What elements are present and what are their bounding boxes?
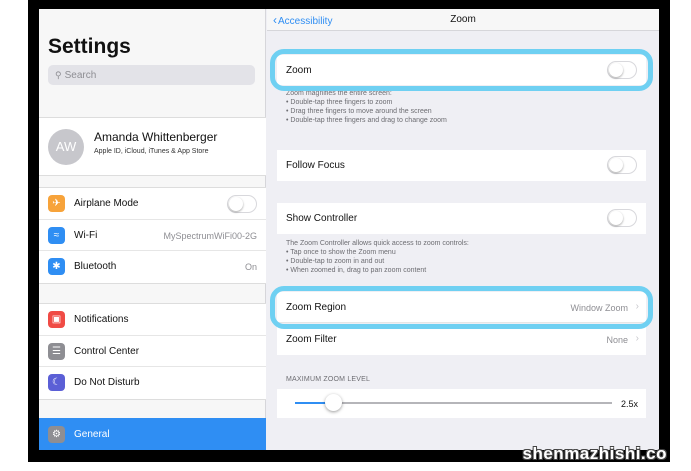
max-zoom-slider[interactable] (295, 402, 612, 404)
controller-note-line: • Tap once to show the Zoom menu (286, 249, 396, 256)
zoom-note-line: • Double-tap three fingers and drag to c… (286, 117, 447, 124)
watermark-text: shenmazhishi.co (522, 444, 667, 463)
max-zoom-header: MAXIMUM ZOOM LEVEL (286, 376, 371, 383)
zoom-description: Zoom magnifies the entire screen: • Doub… (286, 89, 447, 125)
max-zoom-row: 2.5x (277, 389, 646, 418)
controller-note-line: • Double-tap to zoom in and out (286, 258, 385, 265)
zoom-filter-value: None (606, 335, 628, 345)
show-controller-label: Show Controller (286, 213, 358, 224)
show-controller-toggle[interactable] (607, 209, 637, 227)
follow-focus-toggle[interactable] (607, 156, 637, 174)
zoom-note-line: • Double-tap three fingers to zoom (286, 99, 393, 106)
controller-note-line: • When zoomed in, drag to pan zoom conte… (286, 267, 427, 274)
controller-description: The Zoom Controller allows quick access … (286, 239, 469, 275)
max-zoom-value: 2.5x (620, 399, 638, 409)
zoom-filter-label: Zoom Filter (286, 334, 337, 345)
zoom-settings-panel: Zoom Zoom magnifies the entire screen: •… (39, 9, 659, 450)
max-zoom-slider-knob[interactable] (325, 394, 343, 411)
zoom-note-line: • Drag three fingers to move around the … (286, 108, 432, 115)
show-controller-row[interactable]: Show Controller (277, 203, 646, 234)
chevron-right-icon: › (635, 333, 639, 344)
controller-note-line: The Zoom Controller allows quick access … (286, 240, 469, 247)
follow-focus-label: Follow Focus (286, 160, 345, 171)
follow-focus-row[interactable]: Follow Focus (277, 150, 646, 181)
zoom-highlight-ring (270, 49, 653, 91)
zoom-region-highlight-ring (270, 286, 653, 329)
